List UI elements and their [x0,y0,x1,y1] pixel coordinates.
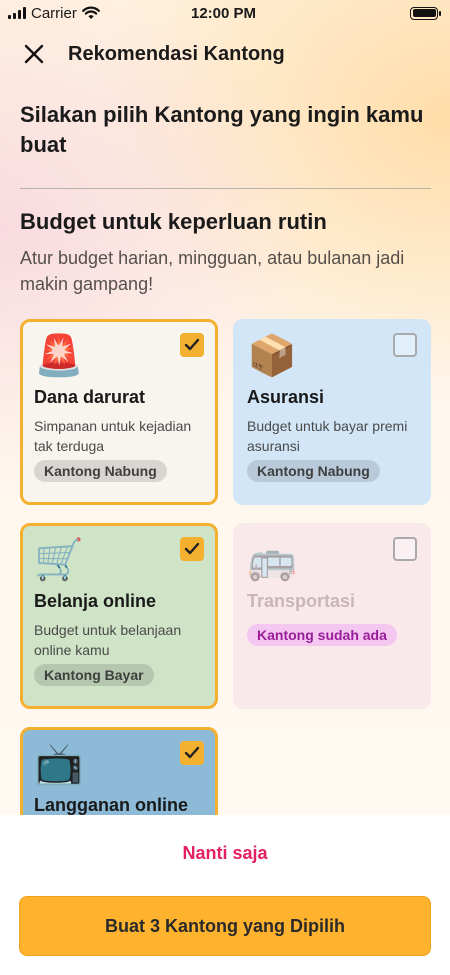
bottom-action-bar: Nanti saja Buat 3 Kantong yang Dipilih [0,815,450,975]
divider [20,188,431,189]
card-badge: Kantong Nabung [247,460,380,482]
shopping-cart-icon: 🛒 [34,538,84,582]
card-checkbox[interactable] [393,537,417,561]
card-description: Simpanan untuk kejadian tak terduga [34,418,192,454]
card-title: Belanja online [34,591,157,611]
create-selected-button[interactable]: Buat 3 Kantong yang Dipilih [19,896,431,956]
siren-icon: 🚨 [34,334,84,378]
close-button[interactable] [14,34,54,74]
card-checkbox[interactable] [393,333,417,357]
card-title: Transportasi [247,591,356,611]
card-description: Budget untuk belanjaan online kamu [34,622,182,658]
content: Silakan pilih Kantong yang ingin kamu bu… [20,100,431,913]
close-icon [24,44,44,64]
card-badge: Kantong Nabung [34,460,167,482]
television-icon: 📺 [34,742,84,786]
clock: 12:00 PM [191,4,257,22]
card-checkbox[interactable] [180,741,204,765]
card-dana-darurat[interactable]: 🚨 Dana darurat Simpanan untuk kejadian t… [20,319,218,505]
card-title: Dana darurat [34,387,146,407]
carrier-label: Carrier [31,4,77,22]
card-belanja-online[interactable]: 🛒 Belanja online Budget untuk belanjaan … [20,523,218,709]
card-asuransi[interactable]: 📦 Asuransi Budget untuk bayar premi asur… [233,319,431,505]
card-transportasi[interactable]: 🚌 Transportasi Kantong sudah ada [233,523,431,709]
card-title: Asuransi [247,387,325,407]
signal-icon [8,7,26,19]
section-title: Budget untuk keperluan rutin [20,209,327,234]
battery-icon [410,6,441,20]
card-checkbox[interactable] [180,333,204,357]
card-checkbox[interactable] [180,537,204,561]
minibus-icon: 🚌 [247,538,297,582]
card-badge: Kantong sudah ada [247,624,397,646]
card-description: Budget untuk bayar premi asuransi [247,418,408,454]
wifi-icon [81,6,100,19]
card-title: Langganan online [34,795,189,815]
status-bar: Carrier 12:00 PM [0,0,450,26]
package-icon: 📦 [247,334,297,378]
checkmark-icon [184,746,200,759]
card-badge: Kantong Bayar [34,664,154,686]
intro-text: Silakan pilih Kantong yang ingin kamu bu… [20,102,424,157]
page-title: Rekomendasi Kantong [68,42,285,65]
later-button[interactable]: Nanti saja [0,843,450,864]
section-subtitle: Atur budget harian, mingguan, atau bulan… [20,248,405,294]
status-left: Carrier [8,5,100,22]
checkmark-icon [184,338,200,351]
header: Rekomendasi Kantong [0,30,450,78]
checkmark-icon [184,542,200,555]
